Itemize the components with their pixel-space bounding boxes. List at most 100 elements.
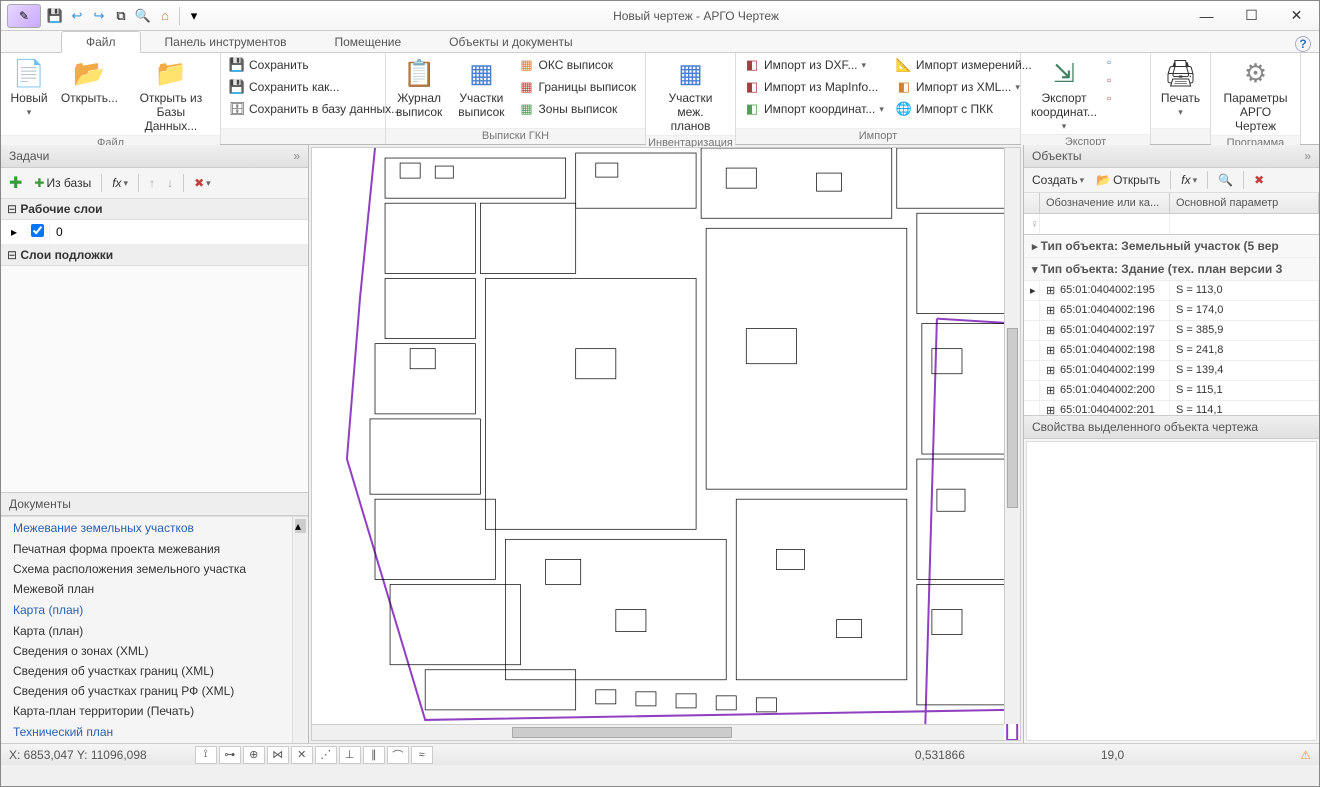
- doc-category[interactable]: Межевание земельных участков: [1, 517, 308, 539]
- doc-category[interactable]: Технический план: [1, 721, 308, 743]
- fx-button[interactable]: fx: [1177, 171, 1201, 189]
- app-icon[interactable]: ✎: [7, 4, 41, 28]
- drawing-canvas[interactable]: [311, 147, 1021, 741]
- copy-icon[interactable]: ⧉: [113, 8, 129, 24]
- snap-center-icon[interactable]: ⊕: [243, 746, 265, 764]
- open-from-db-button[interactable]: 📁Открыть из Базы Данных...: [126, 55, 216, 135]
- from-db-button[interactable]: ✚Из базы: [30, 174, 95, 192]
- extract-plots-button[interactable]: ▦Участки выписок: [452, 55, 510, 121]
- right-panel: Объекты» Создать 📂Открыть fx 🔍 ✖ Обознач…: [1023, 145, 1319, 743]
- doc-item[interactable]: Межевой план: [1, 579, 308, 599]
- tasks-panel-header[interactable]: Задачи»: [1, 145, 308, 168]
- delete-object-button[interactable]: ✖: [1250, 171, 1268, 189]
- object-row[interactable]: ⊞65:01:0404002:199S = 139,4: [1024, 361, 1319, 381]
- doc-item[interactable]: Карта-план территории (Печать): [1, 701, 308, 721]
- objects-filter-row[interactable]: ♀: [1024, 214, 1319, 235]
- col-designation[interactable]: Обозначение или ка...: [1040, 193, 1170, 213]
- col-main-param[interactable]: Основной параметр: [1170, 193, 1319, 213]
- layer-row[interactable]: ▸ 0: [1, 220, 308, 245]
- save-as-button[interactable]: 💾Сохранить как...: [225, 77, 405, 97]
- export-opt2-icon[interactable]: ▫: [1107, 73, 1111, 87]
- object-group[interactable]: ▾ Тип объекта: Здание (тех. план версии …: [1024, 258, 1319, 281]
- export-coords-button[interactable]: ⇲Экспорт координат...: [1025, 55, 1103, 134]
- import-coords-button[interactable]: ◧Импорт координат...: [740, 99, 888, 119]
- documents-panel-header[interactable]: Документы: [1, 492, 308, 516]
- new-button[interactable]: 📄Новый: [5, 55, 53, 120]
- objects-panel-header[interactable]: Объекты»: [1024, 145, 1319, 168]
- find-icon[interactable]: 🔍: [135, 8, 151, 24]
- save-to-db-button[interactable]: 🗄Сохранить в базу данных...: [225, 99, 405, 119]
- snap-extension-icon[interactable]: ⋰: [315, 746, 337, 764]
- create-object-button[interactable]: Создать: [1028, 171, 1088, 189]
- add-button[interactable]: ✚: [5, 171, 26, 195]
- find-object-icon[interactable]: 🔍: [1214, 171, 1237, 189]
- snap-tangent-icon[interactable]: ⌒: [387, 746, 409, 764]
- journal-button[interactable]: 📋Журнал выписок: [390, 55, 448, 121]
- expand-icon[interactable]: »: [293, 149, 300, 163]
- print-button[interactable]: 🖨Печать: [1155, 55, 1206, 120]
- help-icon[interactable]: ?: [1295, 36, 1311, 52]
- down-button[interactable]: ↓: [163, 174, 177, 192]
- doc-item[interactable]: Сведения об участках границ (XML): [1, 661, 308, 681]
- snap-parallel-icon[interactable]: ∥: [363, 746, 385, 764]
- expand-icon[interactable]: »: [1304, 149, 1311, 163]
- import-measurements-button[interactable]: 📐Импорт измерений...: [892, 55, 1036, 75]
- canvas-vertical-scrollbar[interactable]: [1004, 148, 1020, 724]
- open-button[interactable]: 📂Открыть...: [57, 55, 122, 107]
- snap-midpoint-icon[interactable]: ⊶: [219, 746, 241, 764]
- doc-item[interactable]: Карта (план): [1, 621, 308, 641]
- canvas-horizontal-scrollbar[interactable]: [312, 724, 1004, 740]
- tab-file[interactable]: Файл: [61, 31, 141, 53]
- home-icon[interactable]: ⌂: [157, 8, 173, 24]
- save-button[interactable]: 💾Сохранить: [225, 55, 405, 75]
- minimize-button[interactable]: —: [1184, 1, 1229, 31]
- redo-icon[interactable]: ↪: [91, 8, 107, 24]
- doc-item[interactable]: Печатная форма проекта межевания: [1, 539, 308, 559]
- status-warning-icon[interactable]: ⚠: [1300, 748, 1311, 762]
- import-mapinfo-button[interactable]: ◧Импорт из MapInfo...: [740, 77, 888, 97]
- program-settings-button[interactable]: ⚙Параметры АРГО Чертеж: [1215, 55, 1296, 135]
- doc-item[interactable]: Сведения об участках границ РФ (XML): [1, 681, 308, 701]
- undo-icon[interactable]: ↩: [69, 8, 85, 24]
- import-xml-button[interactable]: ◧Импорт из XML...: [892, 77, 1036, 97]
- snap-intersection-icon[interactable]: ✕: [291, 746, 313, 764]
- snap-nearest-icon[interactable]: ≈: [411, 746, 433, 764]
- fx-button[interactable]: fx: [108, 174, 132, 192]
- tab-room[interactable]: Помещение: [311, 32, 426, 52]
- tab-toolbar[interactable]: Панель инструментов: [141, 32, 311, 52]
- import-dxf-button[interactable]: ◧Импорт из DXF...: [740, 55, 888, 75]
- doc-item[interactable]: Схема расположения земельного участка: [1, 559, 308, 579]
- object-group[interactable]: ▸ Тип объекта: Земельный участок (5 вер: [1024, 235, 1319, 258]
- zones-extracts-button[interactable]: ▦Зоны выписок: [515, 99, 641, 119]
- open-object-button[interactable]: 📂Открыть: [1092, 171, 1164, 189]
- object-row[interactable]: ▸⊞65:01:0404002:195S = 113,0: [1024, 281, 1319, 301]
- doc-category[interactable]: Карта (план): [1, 599, 308, 621]
- import-pkk-button[interactable]: 🌐Импорт с ПКК: [892, 99, 1036, 119]
- tab-objects[interactable]: Объекты и документы: [425, 32, 596, 52]
- export-opt1-icon[interactable]: ▫: [1107, 55, 1111, 69]
- object-row[interactable]: ⊞65:01:0404002:201S = 114,1: [1024, 401, 1319, 415]
- object-row[interactable]: ⊞65:01:0404002:196S = 174,0: [1024, 301, 1319, 321]
- object-row[interactable]: ⊞65:01:0404002:197S = 385,9: [1024, 321, 1319, 341]
- close-button[interactable]: ✕: [1274, 1, 1319, 31]
- work-layers-section[interactable]: ⊟ Рабочие слои: [1, 199, 308, 220]
- maximize-button[interactable]: ☐: [1229, 1, 1274, 31]
- delete-button[interactable]: ✖: [190, 174, 215, 192]
- export-opt3-icon[interactable]: ▫: [1107, 91, 1111, 105]
- borders-extracts-button[interactable]: ▦Границы выписок: [515, 77, 641, 97]
- snap-node-icon[interactable]: ⋈: [267, 746, 289, 764]
- save-icon[interactable]: 💾: [47, 8, 63, 24]
- snap-perpendicular-icon[interactable]: ⊥: [339, 746, 361, 764]
- backdrop-layers-section[interactable]: ⊟ Слои подложки: [1, 245, 308, 266]
- snap-endpoint-icon[interactable]: ⟟: [195, 746, 217, 764]
- object-row[interactable]: ⊞65:01:0404002:200S = 115,1: [1024, 381, 1319, 401]
- oks-extracts-button[interactable]: ▦ОКС выписок: [515, 55, 641, 75]
- doc-item[interactable]: Сведения о зонах (XML): [1, 641, 308, 661]
- layer-visible-checkbox[interactable]: [31, 224, 44, 237]
- properties-panel-header[interactable]: Свойства выделенного объекта чертежа: [1024, 415, 1319, 439]
- inventory-plots-button[interactable]: ▦Участки меж. планов: [650, 55, 731, 135]
- up-button[interactable]: ↑: [145, 174, 159, 192]
- qat-more-icon[interactable]: ▾: [186, 8, 202, 24]
- object-row[interactable]: ⊞65:01:0404002:198S = 241,8: [1024, 341, 1319, 361]
- docs-scrollbar[interactable]: ▴: [292, 517, 308, 743]
